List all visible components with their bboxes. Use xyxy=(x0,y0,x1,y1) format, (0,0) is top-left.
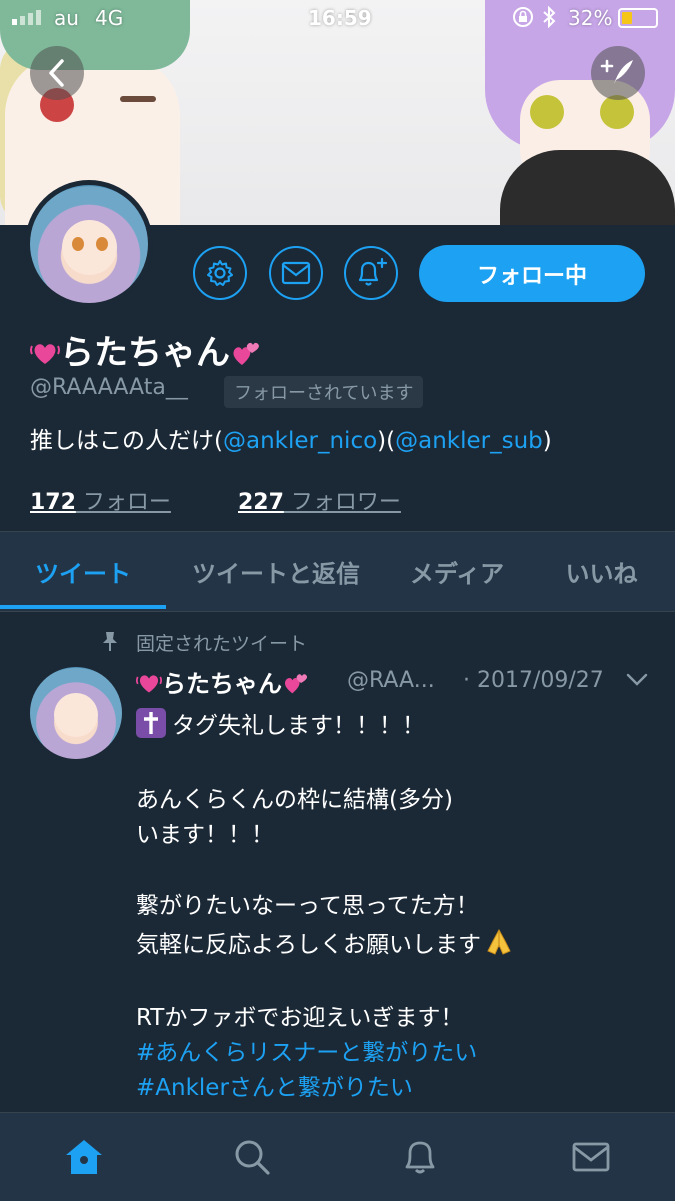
messages-envelope-icon xyxy=(572,1142,610,1172)
profile-avatar[interactable] xyxy=(25,180,153,308)
pinned-tweet-label: 固定されたツイート xyxy=(136,633,308,655)
tweet-author-name[interactable]: らたちゃん xyxy=(136,664,308,699)
following-count-link[interactable]: 172 フォロー xyxy=(30,484,171,516)
bio-mention-link[interactable]: @ankler_sub xyxy=(395,428,543,454)
hashtag-link[interactable]: #Anklerさんと繋がりたい xyxy=(136,1068,413,1102)
tab-tweets[interactable]: ツイート xyxy=(0,532,166,611)
notifications-toggle-button[interactable] xyxy=(344,246,398,300)
tweet-options-chevron-icon[interactable] xyxy=(626,672,648,692)
display-name-text: らたちゃん xyxy=(60,333,230,373)
compose-tweet-icon xyxy=(600,59,633,84)
back-button[interactable] xyxy=(30,46,84,100)
battery-percent: 32% xyxy=(568,6,613,30)
profile-bio: 推しはこの人だけ(@ankler_nico)(@ankler_sub) xyxy=(30,428,552,454)
beating-heart-emoji-icon xyxy=(136,675,162,693)
followers-label: フォロワー xyxy=(283,490,401,515)
tweet-text-line: あんくらくんの枠に結構(多分) xyxy=(136,787,453,813)
two-hearts-emoji-icon xyxy=(233,342,259,365)
following-button[interactable]: フォロー中 xyxy=(419,245,645,302)
bluetooth-icon xyxy=(542,5,556,33)
compose-tweet-button[interactable] xyxy=(591,46,645,100)
bell-plus-icon xyxy=(358,257,388,286)
user-handle: @RAAAAAta__ xyxy=(30,375,188,400)
envelope-icon xyxy=(281,261,311,285)
folded-hands-emoji-icon xyxy=(487,928,511,955)
tweet-text-line: タグ失礼します！！！！ xyxy=(172,713,425,739)
pin-icon xyxy=(100,630,120,656)
tab-likes[interactable]: いいね xyxy=(528,532,675,611)
bio-mention-link[interactable]: @ankler_nico xyxy=(223,428,377,454)
latin-cross-emoji-icon xyxy=(136,708,166,738)
nav-home-button[interactable] xyxy=(0,1113,168,1201)
bottom-navigation-bar xyxy=(0,1112,675,1201)
active-tab-indicator xyxy=(0,605,166,609)
chevron-left-icon xyxy=(49,59,64,87)
nav-notifications-button[interactable] xyxy=(336,1113,504,1201)
gear-icon xyxy=(207,260,233,286)
tab-tweets-and-replies[interactable]: ツイートと返信 xyxy=(166,532,386,611)
tab-media[interactable]: メディア xyxy=(386,532,528,611)
tweet-text-line: RTかファボでお迎えいぎます！ xyxy=(136,1005,464,1031)
tweet-text-line: 気軽に反応よろしくお願いします xyxy=(136,925,515,959)
status-time: 16:59 xyxy=(308,6,372,30)
tweet-date[interactable]: · 2017/09/27 xyxy=(463,668,604,693)
follows-you-badge: フォローされています xyxy=(224,376,424,408)
carrier-label: au xyxy=(54,6,79,30)
following-count: 172 xyxy=(30,490,76,515)
tweet-text-line: います！！！ xyxy=(136,822,274,848)
home-icon xyxy=(66,1140,102,1174)
display-name: らたちゃん xyxy=(30,325,260,374)
nav-messages-button[interactable] xyxy=(507,1113,675,1201)
signal-strength-icon xyxy=(12,6,52,30)
nav-search-button[interactable] xyxy=(168,1113,336,1201)
two-hearts-emoji-icon xyxy=(285,674,308,694)
battery-icon xyxy=(618,8,658,28)
following-label: フォロー xyxy=(75,490,171,515)
network-label: 4G xyxy=(95,6,124,30)
hashtag-link[interactable]: #あんくらリスナーと繋がりたい xyxy=(136,1033,477,1067)
followers-count: 227 xyxy=(238,490,284,515)
beating-heart-emoji-icon xyxy=(30,344,60,364)
notifications-bell-icon xyxy=(405,1141,435,1174)
rotation-lock-icon xyxy=(512,6,534,33)
search-icon xyxy=(235,1140,270,1175)
profile-tabs: ツイート ツイートと返信 メディア いいね xyxy=(0,531,675,612)
tweet-text-line: 繋がりたいなーって思ってた方！ xyxy=(136,893,479,919)
tweet-author-handle: @RAA... xyxy=(347,668,435,693)
direct-message-button[interactable] xyxy=(269,246,323,300)
tweet-author-avatar[interactable] xyxy=(30,667,122,759)
settings-button[interactable] xyxy=(193,246,247,300)
followers-count-link[interactable]: 227 フォロワー xyxy=(238,484,401,516)
